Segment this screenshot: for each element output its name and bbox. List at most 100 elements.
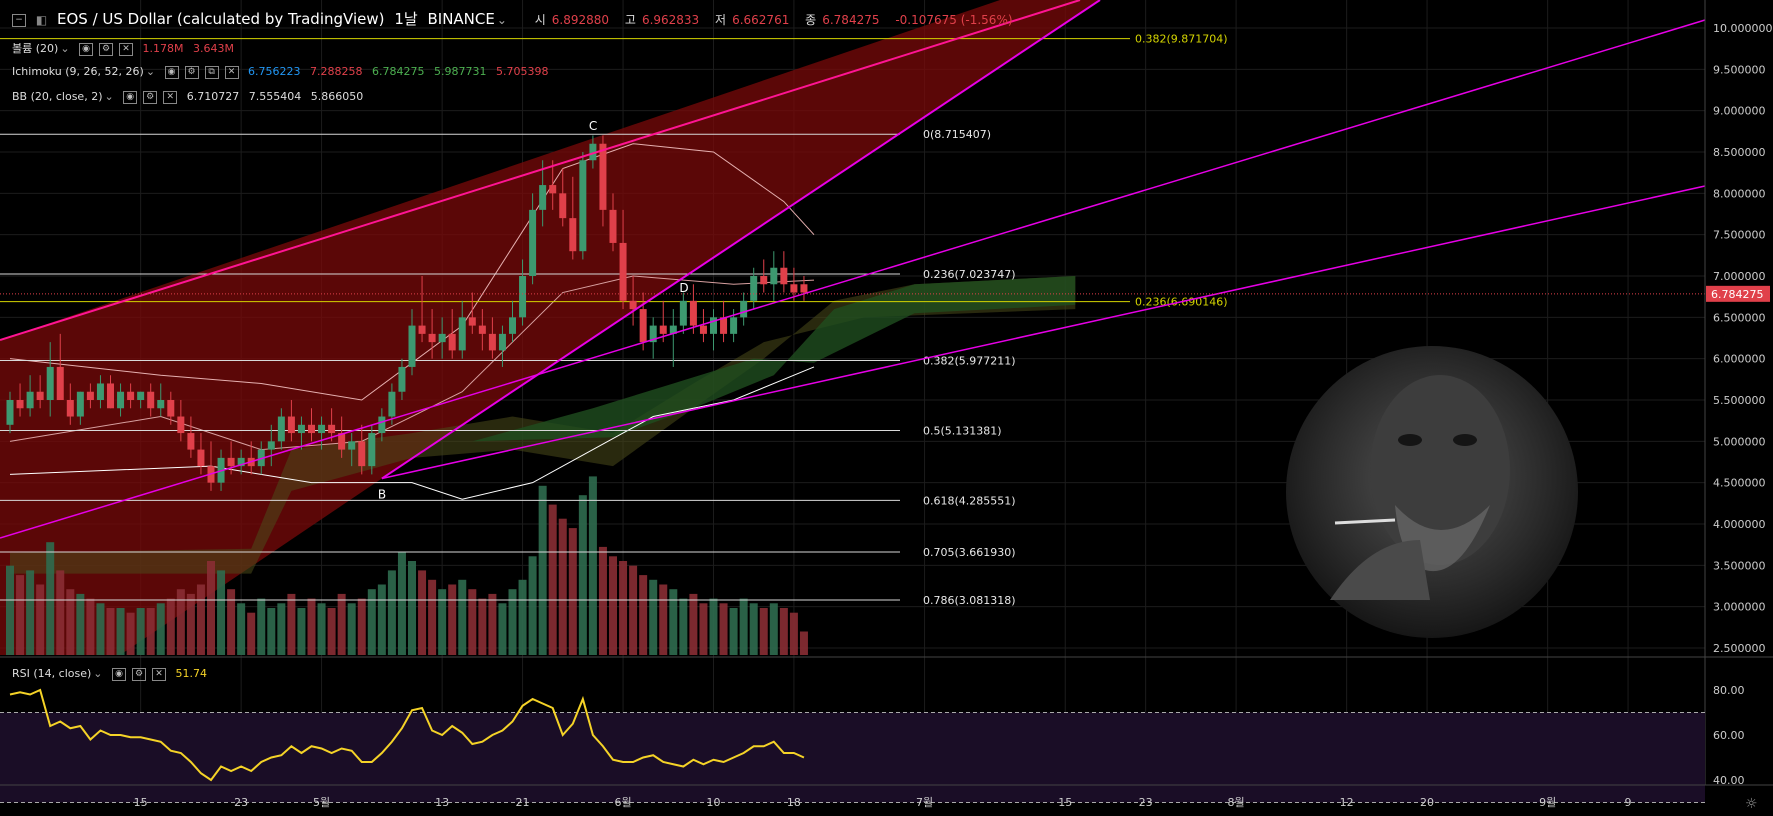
candle-body[interactable] [378, 416, 386, 434]
eye-icon[interactable]: ◉ [112, 667, 126, 681]
candle-body[interactable] [509, 317, 516, 334]
chevron-down-icon[interactable]: ⌄ [93, 667, 102, 680]
candle-body[interactable] [478, 325, 486, 334]
candle-body[interactable] [16, 400, 24, 409]
collapse-icon[interactable]: − [12, 14, 26, 27]
candle-body[interactable] [629, 300, 637, 310]
candle-body[interactable] [760, 276, 768, 285]
candle-body[interactable] [388, 391, 396, 417]
candle-body[interactable] [549, 185, 557, 194]
candle-body[interactable] [619, 242, 627, 301]
eye-icon[interactable]: ◉ [164, 65, 179, 79]
eye-icon[interactable]: ◉ [123, 90, 138, 104]
symbol-title[interactable]: EOS / US Dollar (calculated by TradingVi… [57, 10, 384, 28]
candle-body[interactable] [780, 267, 788, 285]
candle-body[interactable] [76, 391, 84, 417]
candle-body[interactable] [147, 391, 155, 409]
candle-body[interactable] [730, 317, 738, 334]
candle-body[interactable] [56, 366, 64, 400]
chevron-down-icon[interactable]: ⌄ [60, 42, 69, 55]
candle-body[interactable] [800, 284, 808, 293]
candle-body[interactable] [358, 441, 366, 467]
settings-icon[interactable]: ⚙ [184, 65, 199, 79]
candle-body[interactable] [448, 333, 456, 351]
candle-body[interactable] [308, 424, 315, 434]
candle-body[interactable] [127, 391, 135, 400]
candle-body[interactable] [267, 441, 275, 450]
candle-body[interactable] [438, 333, 446, 343]
candle-body[interactable] [720, 317, 728, 334]
candle-body[interactable] [157, 400, 165, 409]
interval-label[interactable]: 1날 [394, 10, 417, 28]
candle-body[interactable] [498, 333, 506, 351]
time-tick-label: 9월 [1539, 796, 1556, 809]
candle-body[interactable] [408, 325, 416, 367]
volume-bar [518, 579, 527, 655]
chevron-down-icon[interactable]: ⌄ [146, 65, 155, 78]
chevron-down-icon[interactable]: ⌄ [497, 13, 507, 27]
candle-body[interactable] [689, 300, 697, 326]
rsi-legend-name[interactable]: RSI (14, close) [12, 667, 91, 680]
candle-body[interactable] [468, 317, 476, 326]
source-icon[interactable]: ⧉ [204, 65, 219, 79]
settings-icon[interactable]: ⚙ [132, 667, 146, 681]
candle-body[interactable] [679, 300, 687, 326]
candle-body[interactable] [318, 424, 326, 434]
candle-body[interactable] [639, 309, 647, 343]
candle-body[interactable] [86, 391, 94, 400]
candle-body[interactable] [107, 383, 114, 409]
candle-body[interactable] [117, 391, 125, 409]
candle-body[interactable] [297, 424, 305, 434]
candle-body[interactable] [187, 433, 195, 450]
candle-body[interactable] [750, 276, 758, 301]
candle-body[interactable] [790, 284, 798, 293]
settings-icon[interactable]: ⚙ [99, 42, 114, 56]
candle-body[interactable] [137, 391, 145, 400]
candle-body[interactable] [197, 449, 205, 467]
chevron-down-icon[interactable]: ⌄ [105, 90, 114, 103]
candle-body[interactable] [6, 400, 14, 425]
candle-body[interactable] [96, 383, 104, 400]
eye-icon[interactable]: ◉ [79, 42, 94, 56]
candle-body[interactable] [609, 209, 617, 243]
candle-body[interactable] [66, 400, 74, 417]
candle-body[interactable] [167, 400, 175, 417]
exchange-label[interactable]: BINANCE [427, 10, 494, 28]
candle-body[interactable] [539, 185, 547, 210]
candle-body[interactable] [418, 325, 426, 334]
candle-body[interactable] [458, 317, 466, 351]
candle-body[interactable] [277, 416, 285, 442]
close-icon[interactable]: ✕ [119, 42, 134, 56]
candle-body[interactable] [740, 300, 748, 318]
ichimoku-legend-name[interactable]: Ichimoku (9, 26, 52, 26) [12, 65, 144, 78]
candle-body[interactable] [559, 193, 567, 219]
close-icon[interactable]: ✕ [163, 90, 178, 104]
volume-legend-name[interactable]: 볼륨 (20) [12, 42, 58, 55]
candle-body[interactable] [328, 424, 336, 434]
candle-body[interactable] [699, 325, 707, 334]
candle-body[interactable] [529, 209, 537, 276]
candle-body[interactable] [599, 143, 607, 210]
close-icon[interactable]: ✕ [152, 667, 166, 681]
candle-body[interactable] [398, 366, 406, 392]
candle-body[interactable] [569, 218, 577, 252]
candle-body[interactable] [579, 160, 587, 252]
candle-body[interactable] [227, 457, 235, 467]
candle-body[interactable] [177, 416, 185, 434]
settings-icon[interactable]: ⚙ [143, 90, 158, 104]
candle-body[interactable] [46, 366, 54, 400]
candle-body[interactable] [368, 433, 376, 467]
candle-body[interactable] [488, 333, 496, 351]
bb-legend-name[interactable]: BB (20, close, 2) [12, 90, 103, 103]
close-icon[interactable]: ✕ [224, 65, 239, 79]
candle-body[interactable] [26, 391, 34, 409]
candle-body[interactable] [36, 391, 44, 400]
chart-canvas[interactable]: 0(8.715407)0.236(7.023747)0.382(5.977211… [0, 0, 1773, 816]
candle-body[interactable] [770, 267, 778, 285]
candle-body[interactable] [287, 416, 295, 434]
rsi-tick-label: 60.00 [1713, 729, 1745, 742]
candle-body[interactable] [428, 333, 436, 343]
candle-body[interactable] [519, 276, 527, 318]
candle-body[interactable] [348, 441, 356, 450]
candle-body[interactable] [659, 325, 667, 334]
